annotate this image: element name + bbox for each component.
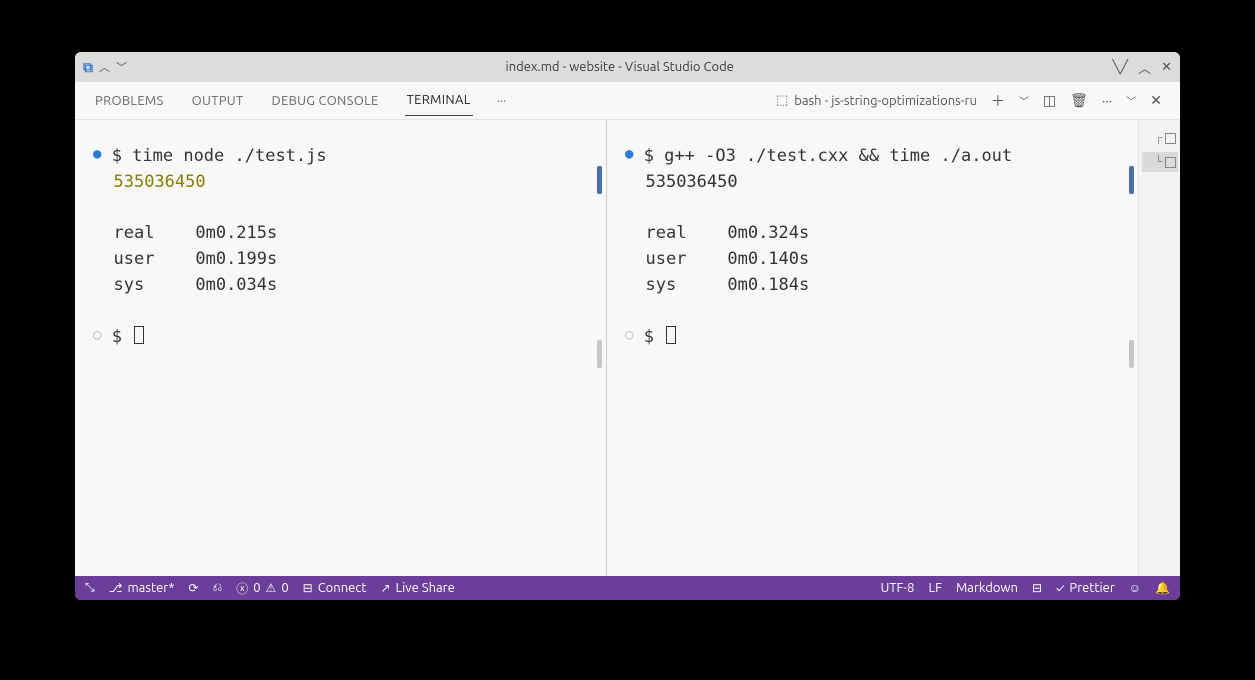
graph-icon: ⎌ (213, 581, 223, 595)
git-branch[interactable]: ⎇ master* (109, 581, 175, 595)
liveshare-label: Live Share (396, 581, 455, 595)
remote-indicator[interactable]: ⤡ (85, 581, 95, 595)
status-connect[interactable]: ⊟ Connect (303, 581, 367, 595)
close-panel-icon[interactable]: ✕ (1150, 92, 1162, 109)
terminal-tabs-side: ┌ └ (1138, 120, 1180, 576)
kill-terminal-icon[interactable]: 🗑 (1070, 92, 1088, 109)
terminal-icon: ⬚ (776, 93, 788, 108)
status-encoding[interactable]: UTF-8 (880, 581, 914, 595)
git-sync[interactable]: ⟳ (189, 581, 199, 595)
prompt-marker-icon: ○ (625, 327, 633, 343)
branch-name: master* (127, 581, 174, 595)
chevron-down-icon[interactable]: ﹀ (1126, 93, 1136, 108)
warning-icon: ⚠ (266, 581, 277, 595)
status-db-icon[interactable]: ⊟ (1032, 581, 1042, 595)
prompt-marker-icon: ● (625, 146, 633, 162)
scrollbar-thumb[interactable] (1129, 166, 1134, 194)
prompt-marker-icon: ● (93, 146, 101, 162)
tab-debug-console[interactable]: DEBUG CONSOLE (270, 86, 381, 116)
terminal-prompt: $ (644, 327, 664, 347)
chevron-down-icon[interactable]: ﹀ (116, 59, 127, 75)
prompt-marker-icon: ○ (93, 327, 101, 343)
titlebar: ⧉ ︿ ﹀ index.md - website - Visual Studio… (75, 52, 1180, 82)
time-real: real 0m0.215s (113, 223, 277, 243)
scrollbar-thumb[interactable] (1129, 340, 1134, 368)
person-icon: ☺ (1129, 581, 1141, 595)
liveshare-icon: ↗ (380, 581, 390, 595)
cube-icon (1165, 157, 1176, 168)
terminal-command: $ time node ./test.js (112, 146, 327, 166)
status-language[interactable]: Markdown (956, 581, 1018, 595)
connect-label: Connect (318, 581, 367, 595)
chevron-up-icon[interactable]: ︿ (99, 59, 110, 75)
maximize-icon[interactable]: ︿ (1138, 58, 1151, 77)
bell-icon: 🔔 (1155, 581, 1170, 595)
status-prettier[interactable]: ✓ Prettier (1056, 581, 1115, 595)
terminal-area: ● $ time node ./test.js 535036450 real 0… (75, 120, 1180, 576)
panel-more-icon[interactable]: ··· (497, 94, 507, 108)
sync-icon: ⟳ (189, 581, 199, 595)
status-liveshare[interactable]: ↗ Live Share (380, 581, 454, 595)
error-count: 0 (253, 581, 260, 595)
problems-count[interactable]: ⓧ 0 ⚠ 0 (236, 580, 288, 597)
vscode-icon: ⧉ (83, 59, 93, 76)
terminal-tab-item[interactable]: ┌ (1142, 128, 1178, 148)
panel-tabs: PROBLEMS OUTPUT DEBUG CONSOLE TERMINAL ·… (75, 82, 1180, 120)
terminal-command: $ g++ -O3 ./test.cxx && time ./a.out (644, 146, 1012, 166)
terminal-tab-item[interactable]: └ (1142, 152, 1178, 172)
branch-icon: ⎇ (109, 581, 123, 595)
warning-count: 0 (281, 581, 288, 595)
terminal-shell-label[interactable]: ⬚ bash - js-string-optimizations-ru (776, 93, 977, 108)
check-icon: ✓ (1056, 582, 1064, 595)
scrollbar-thumb[interactable] (597, 166, 602, 194)
tab-terminal[interactable]: TERMINAL (405, 85, 473, 116)
status-eol[interactable]: LF (929, 581, 942, 595)
status-bell[interactable]: 🔔 (1155, 581, 1170, 595)
terminal-output: 535036450 (645, 172, 737, 192)
terminal-dropdown-icon[interactable]: ﹀ (1019, 93, 1029, 108)
cube-icon (1165, 133, 1176, 144)
scrollbar-thumb[interactable] (597, 340, 602, 368)
terminal-pane-left[interactable]: ● $ time node ./test.js 535036450 real 0… (75, 120, 607, 576)
new-terminal-icon[interactable]: ＋ (991, 91, 1005, 111)
terminal-output: 535036450 (113, 172, 205, 192)
terminal-more-icon[interactable]: ··· (1102, 93, 1112, 109)
shell-text: bash - js-string-optimizations-ru (794, 94, 977, 108)
time-real: real 0m0.324s (645, 223, 809, 243)
prettier-label: Prettier (1069, 581, 1114, 595)
statusbar: ⤡ ⎇ master* ⟳ ⎌ ⓧ 0 ⚠ 0 ⊟ Connect ↗ Live Shar… (75, 576, 1180, 600)
tab-output[interactable]: OUTPUT (190, 86, 246, 116)
vscode-window: ⧉ ︿ ﹀ index.md - website - Visual Studio… (75, 52, 1180, 600)
error-icon: ⓧ (236, 580, 248, 597)
terminal-prompt: $ (112, 327, 132, 347)
window-title: index.md - website - Visual Studio Code (127, 60, 1112, 74)
terminal-cursor (134, 326, 144, 344)
minimize-icon[interactable]: ╲╱ (1112, 60, 1128, 75)
git-graph[interactable]: ⎌ (213, 581, 223, 595)
terminal-pane-right[interactable]: ● $ g++ -O3 ./test.cxx && time ./a.out 5… (607, 120, 1138, 576)
time-user: user 0m0.140s (645, 249, 809, 269)
time-user: user 0m0.199s (113, 249, 277, 269)
split-terminal-icon[interactable]: ◫ (1043, 92, 1056, 109)
time-sys: sys 0m0.034s (113, 275, 277, 295)
close-icon[interactable]: ✕ (1161, 60, 1172, 75)
database-icon: ⊟ (1032, 581, 1042, 595)
time-sys: sys 0m0.184s (645, 275, 809, 295)
broadcast-icon: ⊟ (303, 581, 313, 595)
terminal-cursor (666, 326, 676, 344)
tab-problems[interactable]: PROBLEMS (93, 86, 166, 116)
remote-icon: ⤡ (85, 581, 95, 595)
status-feedback[interactable]: ☺ (1129, 581, 1141, 595)
